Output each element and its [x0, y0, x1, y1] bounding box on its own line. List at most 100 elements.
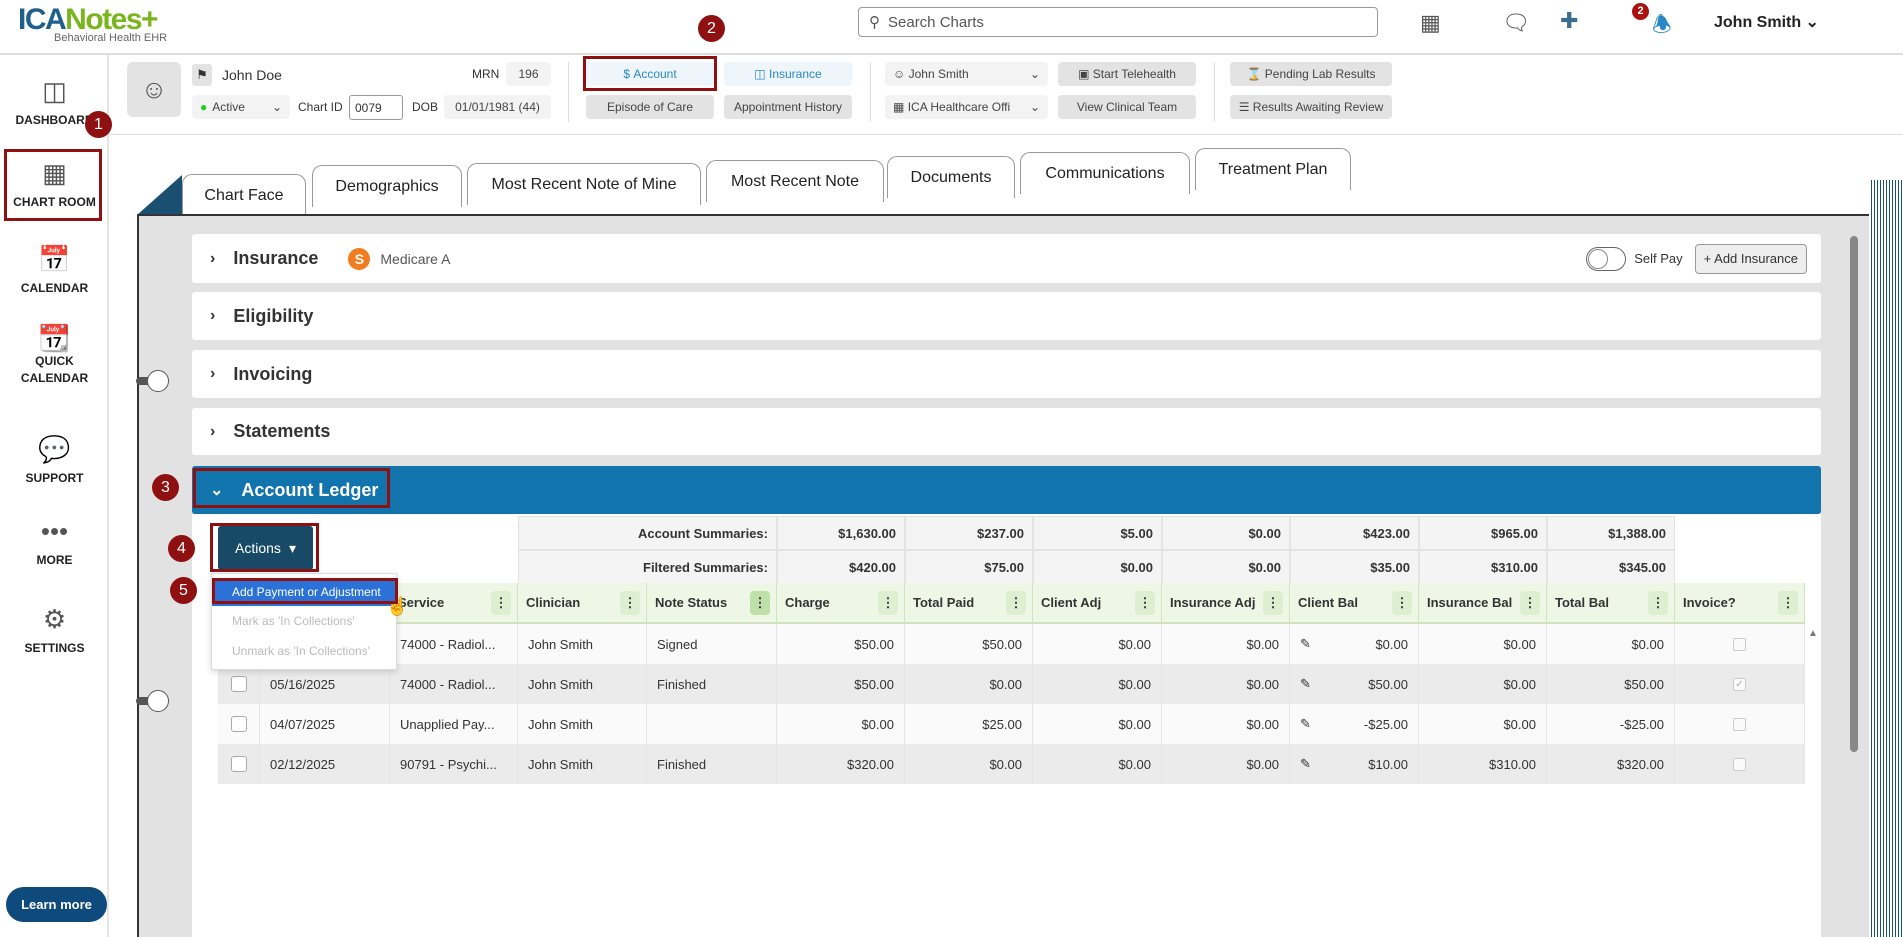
checklist-icon: ☰ — [1238, 100, 1250, 114]
episode-of-care-button[interactable]: Episode of Care — [586, 95, 714, 119]
pending-lab-results-button[interactable]: ⌛ Pending Lab Results — [1230, 62, 1392, 86]
video-icon: ▣ — [1078, 67, 1090, 81]
section-insurance[interactable]: › Insurance S Medicare A Self Pay + Add I… — [192, 234, 1821, 283]
sidebar-item-quick-calendar[interactable]: 📆 QUICK CALENDAR — [0, 325, 109, 387]
column-menu-icon[interactable]: ⋮ — [1135, 591, 1155, 615]
tab-chart-face[interactable]: Chart Face — [182, 174, 306, 216]
row-checkbox[interactable] — [230, 756, 247, 772]
divider — [870, 62, 871, 122]
column-header-service[interactable]: Service ⋮ — [390, 583, 518, 624]
column-menu-icon[interactable]: ⋮ — [491, 591, 511, 615]
sidebar-item-calendar[interactable]: 📅 CALENDAR — [0, 244, 109, 295]
facility-select[interactable]: ▦ ICA Healthcare Offi ⌄ — [885, 95, 1048, 119]
view-clinical-team-button[interactable]: View Clinical Team — [1058, 95, 1196, 119]
tab-communications[interactable]: Communications — [1020, 152, 1190, 194]
column-header-client-bal[interactable]: Client Bal ⋮ — [1290, 583, 1419, 624]
section-eligibility[interactable]: › Eligibility — [192, 292, 1821, 340]
results-awaiting-review-button[interactable]: ☰ Results Awaiting Review — [1230, 95, 1392, 119]
service-cell: 90791 - Psychi... — [390, 744, 518, 784]
edit-pencil-icon[interactable]: ✎ — [1300, 716, 1311, 732]
start-telehealth-button[interactable]: ▣ Start Telehealth — [1058, 62, 1196, 86]
column-header-total-paid[interactable]: Total Paid ⋮ — [905, 583, 1033, 624]
column-menu-icon[interactable]: ⋮ — [1520, 591, 1540, 615]
clinician-cell: John Smith — [518, 744, 647, 784]
tab-demographics[interactable]: Demographics — [312, 165, 462, 207]
column-header-clinician[interactable]: Clinician ⋮ — [518, 583, 647, 624]
column-header-insurance-adj[interactable]: Insurance Adj ⋮ — [1162, 583, 1290, 624]
column-menu-icon[interactable]: ⋮ — [878, 591, 898, 615]
chart-id-field[interactable]: 0079 — [349, 95, 403, 120]
annotation-3: 3 — [152, 474, 179, 501]
annotation-1: 1 — [85, 111, 112, 138]
invoice-cell — [1675, 624, 1805, 664]
invoice-checkbox — [1733, 637, 1746, 651]
section-invoicing[interactable]: › Invoicing — [192, 350, 1821, 398]
learn-more-button[interactable]: Learn more — [6, 887, 107, 922]
tab-treatment-plan[interactable]: Treatment Plan — [1195, 148, 1351, 190]
sidebar-item-more[interactable]: ••• MORE — [0, 516, 109, 567]
row-checkbox[interactable] — [230, 676, 247, 692]
tab-most-recent-note[interactable]: Most Recent Note — [706, 160, 884, 202]
column-menu-icon[interactable]: ⋮ — [1392, 591, 1412, 615]
column-menu-icon[interactable]: ⋮ — [1648, 591, 1668, 615]
mrn-value: 196 — [506, 62, 551, 86]
sidebar-item-support[interactable]: 💬 SUPPORT — [0, 434, 109, 485]
column-menu-icon[interactable]: ⋮ — [1263, 591, 1283, 615]
message-icon[interactable]: 🗨 — [1502, 10, 1530, 36]
flag-icon[interactable]: ⚑ — [192, 64, 212, 86]
scrollbar[interactable] — [1850, 236, 1858, 752]
row-select-cell — [218, 664, 260, 704]
date-cell: 02/12/2025 — [260, 744, 390, 784]
tab-documents[interactable]: Documents — [887, 156, 1015, 198]
tab-most-recent-note-of-mine[interactable]: Most Recent Note of Mine — [467, 163, 701, 205]
provider-select[interactable]: ☺ John Smith ⌄ — [885, 62, 1048, 86]
cabinet-add-icon[interactable]: ▦ — [1420, 10, 1441, 36]
column-menu-icon[interactable]: ⋮ — [1006, 591, 1026, 615]
column-menu-icon[interactable]: ⋮ — [620, 591, 640, 615]
chart-id-label: Chart ID — [298, 100, 343, 114]
column-header-charge[interactable]: Charge ⋮ — [777, 583, 905, 624]
column-header-insurance-bal[interactable]: Insurance Bal ⋮ — [1419, 583, 1547, 624]
row-checkbox[interactable] — [230, 716, 247, 732]
pharmacy-icon[interactable]: ✚ — [1560, 8, 1578, 34]
filtered-summaries-label: Filtered Summaries: — [518, 550, 777, 584]
sidebar-item-settings[interactable]: ⚙ SETTINGS — [0, 604, 109, 655]
add-insurance-button[interactable]: + Add Insurance — [1694, 243, 1807, 274]
edit-pencil-icon[interactable]: ✎ — [1300, 676, 1311, 692]
self-pay-toggle[interactable] — [1586, 246, 1627, 271]
section-account-ledger[interactable]: ⌄ Account Ledger — [192, 466, 1821, 514]
account-summary-value: $1,388.00 — [1547, 516, 1675, 550]
appointment-history-button[interactable]: Appointment History — [724, 95, 852, 119]
column-header-client-adj[interactable]: Client Adj ⋮ — [1033, 583, 1162, 624]
client_bal-cell: ✎ $10.00 — [1290, 744, 1419, 784]
client_bal-cell: ✎ $0.00 — [1290, 624, 1419, 664]
column-menu-icon[interactable]: ⋮ — [750, 591, 770, 615]
date-cell: 05/16/2025 — [260, 664, 390, 704]
logo[interactable]: ICANotes+ Behavioral Health EHR — [18, 4, 167, 45]
charge-cell: $50.00 — [777, 624, 905, 664]
column-header-note-status[interactable]: Note Status ⋮ — [647, 583, 777, 624]
edit-pencil-icon[interactable]: ✎ — [1300, 756, 1311, 772]
filtered-summary-value: $420.00 — [777, 550, 905, 584]
bell-icon[interactable]: 🕭 — [1652, 8, 1672, 46]
ins_adj-cell: $0.00 — [1162, 704, 1290, 744]
user-menu[interactable]: John Smith ⌄ — [1714, 12, 1819, 32]
filtered-summary-value: $0.00 — [1033, 550, 1162, 584]
status-select[interactable]: ● Active ⌄ — [192, 95, 290, 119]
column-header-invoice[interactable]: Invoice? ⋮ — [1675, 583, 1805, 624]
service-cell: 74000 - Radiol... — [390, 624, 518, 664]
filtered-summary-value: $310.00 — [1419, 550, 1547, 584]
scroll-up-arrow[interactable]: ▲ — [1808, 628, 1818, 639]
search-input[interactable]: ⚲ Search Charts — [858, 7, 1378, 37]
section-statements[interactable]: › Statements — [192, 408, 1821, 455]
edit-pencil-icon[interactable]: ✎ — [1300, 636, 1311, 652]
invoice-cell — [1675, 704, 1805, 744]
menu-item-mark-in-collections[interactable]: Mark as 'In Collections' — [212, 606, 396, 636]
column-menu-icon[interactable]: ⋮ — [1778, 591, 1798, 615]
shield-icon: ◫ — [754, 67, 766, 81]
insurance-plan: Medicare A — [380, 250, 451, 267]
menu-item-unmark-in-collections[interactable]: Unmark as 'In Collections' — [212, 636, 396, 666]
column-header-total-bal[interactable]: Total Bal ⋮ — [1547, 583, 1675, 624]
insurance-button[interactable]: ◫ Insurance — [724, 62, 852, 86]
hourglass-icon: ⌛ — [1246, 67, 1262, 81]
